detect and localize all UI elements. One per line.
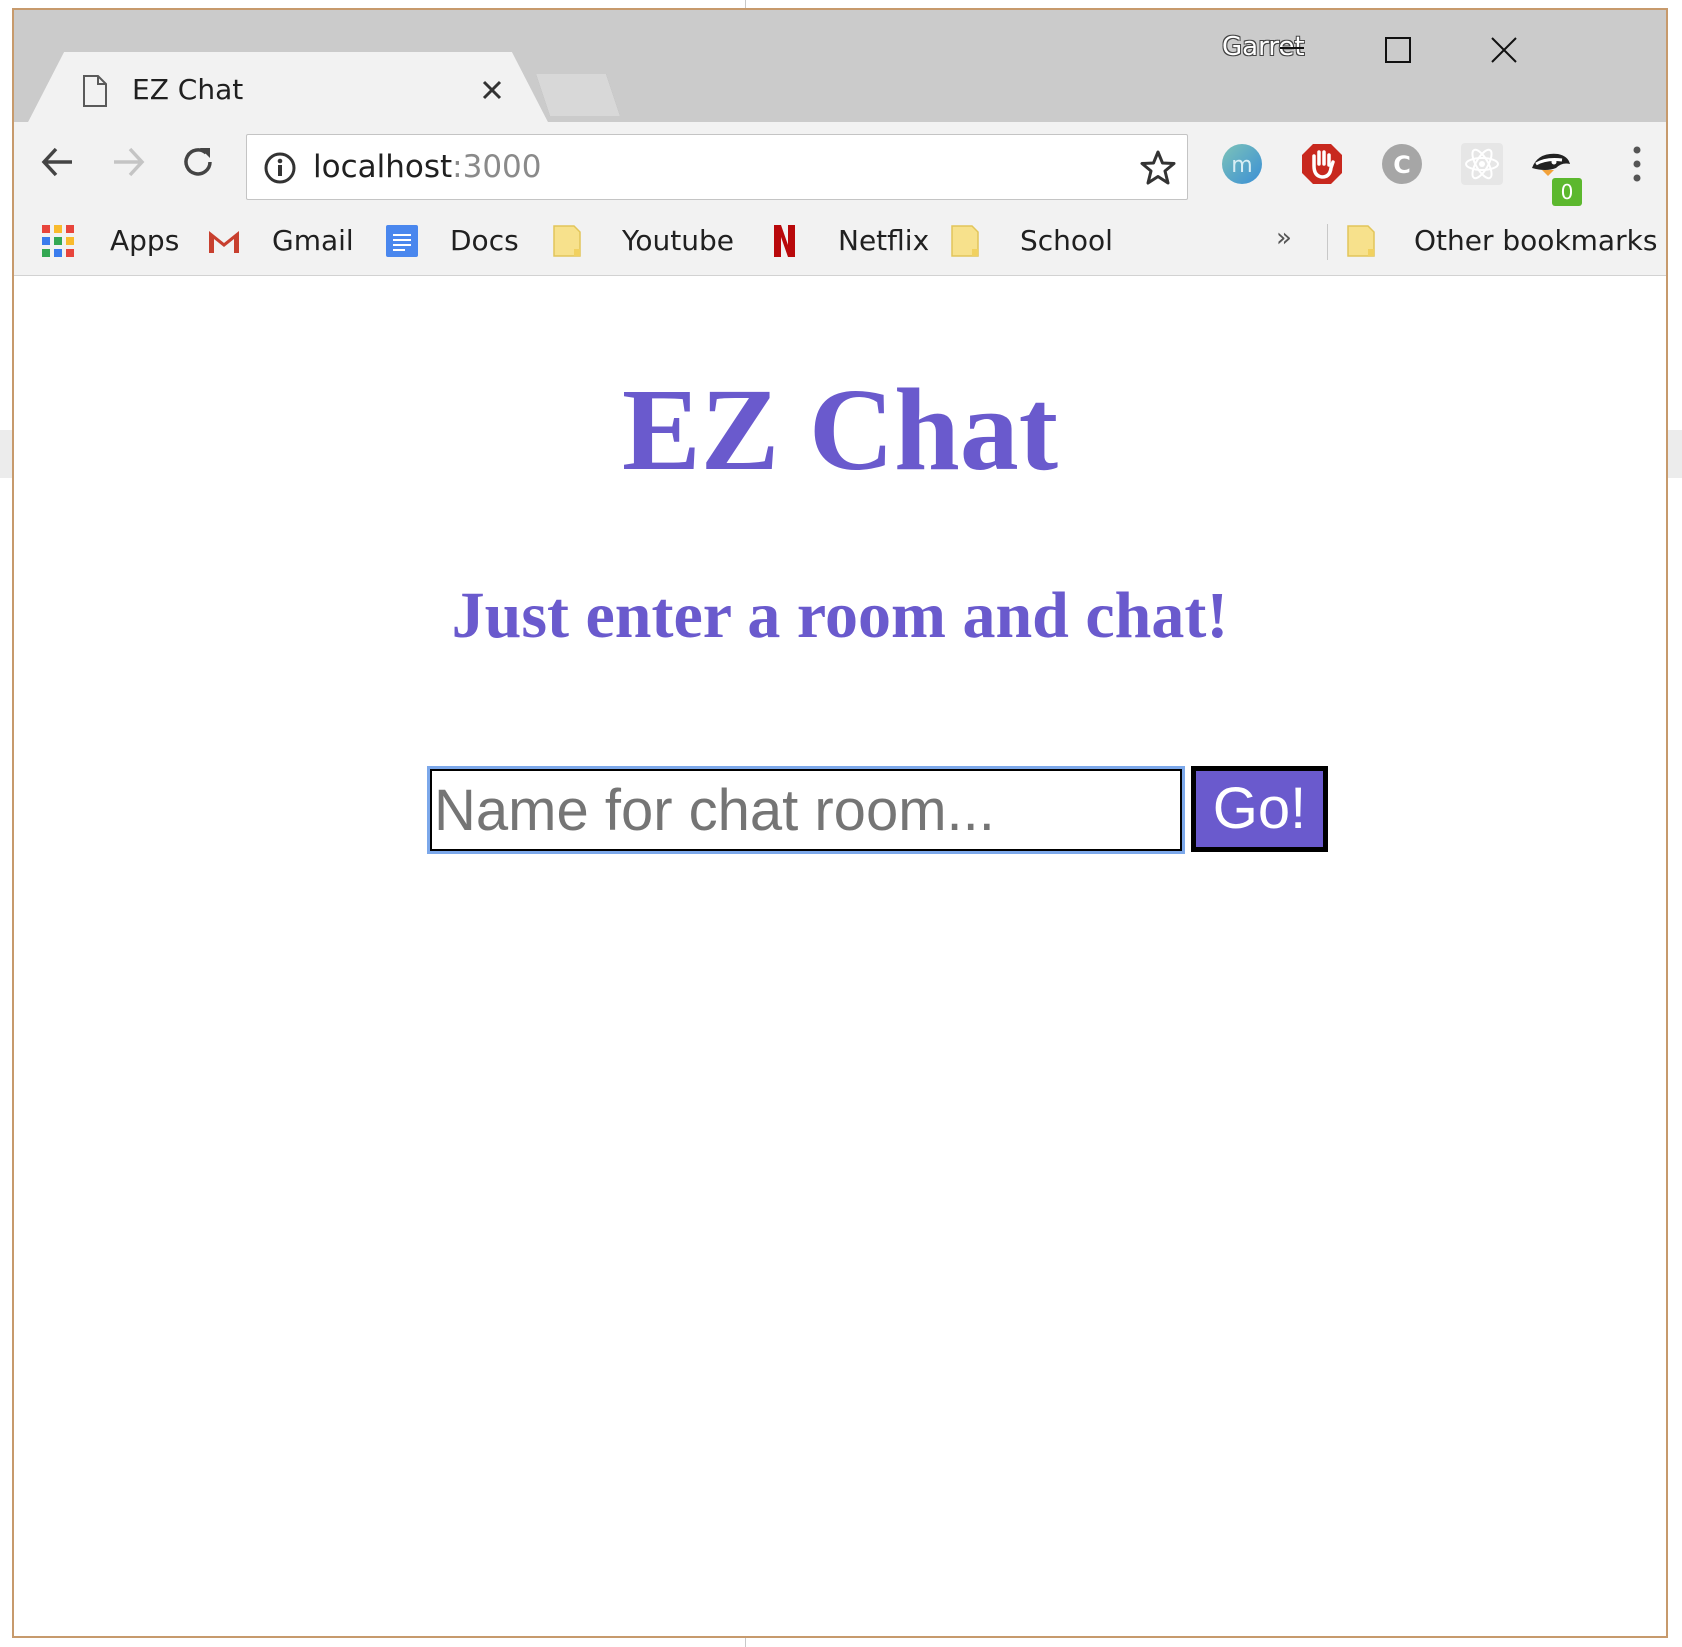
- react-devtools-icon[interactable]: [1460, 142, 1504, 186]
- room-name-input[interactable]: [427, 766, 1185, 854]
- folder-icon: [553, 225, 581, 257]
- gmail-icon: [209, 231, 239, 253]
- tab-ez-chat[interactable]: EZ Chat: [28, 52, 548, 122]
- adblock-hand-icon[interactable]: [1300, 142, 1344, 186]
- extension-badge: 0: [1552, 178, 1582, 206]
- url-host: localhost: [313, 149, 453, 185]
- bookmark-label: School: [1020, 224, 1113, 257]
- page-content: EZ Chat Just enter a room and chat! Go!: [14, 276, 1666, 1636]
- tab-title: EZ Chat: [132, 73, 244, 106]
- folder-icon: [951, 225, 979, 257]
- bookmark-label: Other bookmarks: [1414, 224, 1658, 257]
- info-icon[interactable]: [263, 151, 297, 185]
- browser-window: EZ Chat Garret localhost:3000 m C 0 Apps…: [12, 8, 1668, 1638]
- new-tab-button[interactable]: [536, 74, 620, 116]
- desktop-background: [1668, 430, 1682, 478]
- close-tab-icon[interactable]: [480, 78, 504, 102]
- bookmarks-overflow-icon[interactable]: »: [1276, 216, 1292, 260]
- reload-icon[interactable]: [176, 140, 220, 184]
- bookmark-star-icon[interactable]: [1139, 149, 1177, 187]
- go-button[interactable]: Go!: [1191, 766, 1328, 852]
- svg-text:C: C: [1393, 151, 1411, 179]
- minimize-icon[interactable]: [1272, 30, 1312, 70]
- page-title: EZ Chat: [621, 364, 1059, 495]
- bookmark-school[interactable]: School: [948, 220, 1113, 262]
- bookmarks-divider: [1327, 224, 1328, 260]
- bookmark-label: Gmail: [272, 224, 354, 257]
- back-arrow-icon[interactable]: [36, 140, 80, 184]
- address-bar[interactable]: localhost:3000: [246, 134, 1188, 200]
- bookmark-youtube[interactable]: Youtube: [550, 220, 734, 262]
- url-text[interactable]: localhost:3000: [313, 145, 542, 189]
- bookmark-label: Docs: [450, 224, 519, 257]
- desktop-divider: [745, 0, 746, 8]
- bookmark-gmail[interactable]: Gmail: [206, 220, 354, 262]
- netflix-icon: [774, 225, 795, 257]
- apps-grid-icon: [42, 225, 74, 257]
- page-subtitle: Just enter a room and chat!: [451, 579, 1229, 652]
- bookmark-label: Apps: [110, 224, 180, 257]
- page-icon: [83, 75, 107, 107]
- bookmark-label: Youtube: [622, 224, 734, 257]
- folder-icon: [1347, 225, 1375, 257]
- close-window-icon[interactable]: [1484, 30, 1524, 70]
- svg-text:m: m: [1231, 153, 1252, 178]
- desktop-divider: [745, 1638, 746, 1647]
- url-port: :3000: [452, 149, 542, 185]
- docs-icon: [386, 225, 418, 257]
- toolbar: localhost:3000 m C 0: [14, 122, 1666, 206]
- forward-arrow-icon[interactable]: [106, 140, 150, 184]
- bookmarks-bar: Apps Gmail Docs Youtube Netflix School O…: [14, 206, 1666, 276]
- title-bar[interactable]: EZ Chat Garret: [14, 10, 1666, 122]
- extension-m-icon[interactable]: m: [1220, 142, 1264, 186]
- bookmark-docs[interactable]: Docs: [384, 220, 519, 262]
- bookmark-netflix[interactable]: Netflix: [766, 220, 929, 262]
- desktop-background: [0, 430, 12, 478]
- maximize-icon[interactable]: [1378, 30, 1418, 70]
- extension-c-icon[interactable]: C: [1380, 142, 1424, 186]
- bookmark-apps[interactable]: Apps: [40, 220, 179, 262]
- bookmark-label: Netflix: [838, 224, 930, 257]
- bookmark-other[interactable]: Other bookmarks: [1344, 220, 1657, 262]
- menu-dots-icon[interactable]: [1626, 142, 1648, 186]
